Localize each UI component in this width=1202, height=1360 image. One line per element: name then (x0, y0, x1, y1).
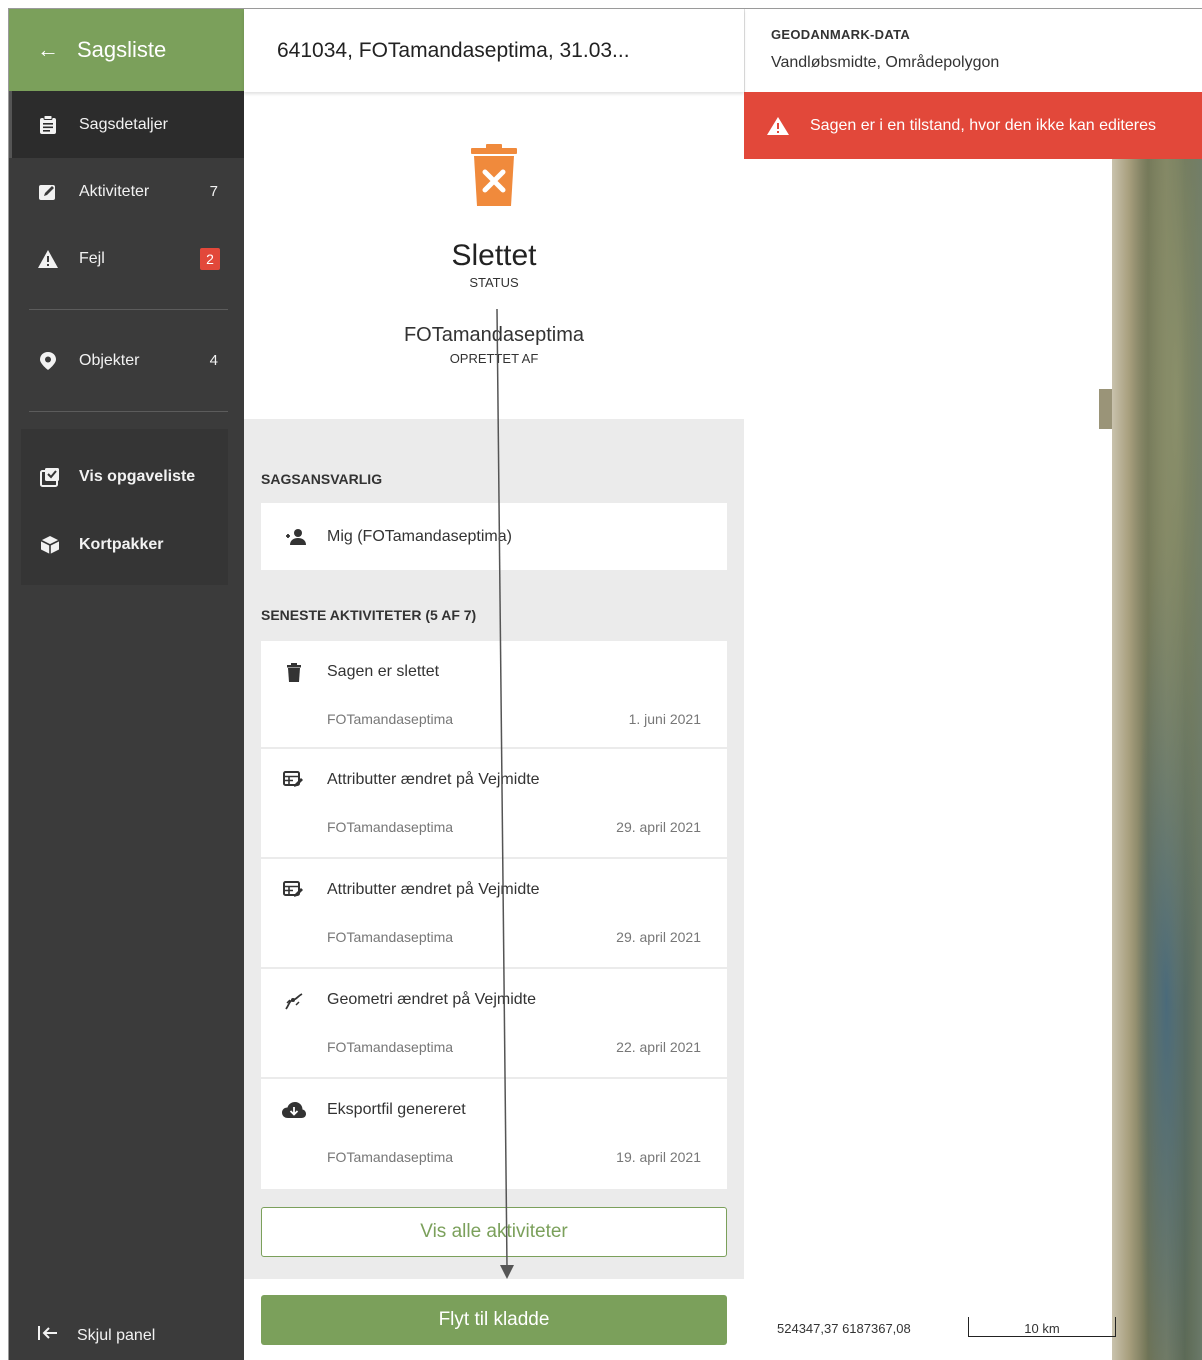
activity-item[interactable]: Geometri ændret på Vejmidte FOTamandasep… (261, 969, 727, 1079)
geodata-title: GEODANMARK-DATA (771, 27, 911, 42)
clipboard-icon (37, 114, 59, 135)
status-block: Slettet STATUS FOTamandaseptima OPRETTET… (244, 92, 744, 419)
sidebar: ← Sagsliste Sagsdetaljer Aktiviteter 7 F… (9, 9, 244, 1360)
geometry-edit-icon (281, 991, 307, 1011)
activity-user: FOTamandaseptima (327, 1039, 454, 1055)
responsible-heading: SAGSANSVARLIG (261, 471, 383, 487)
table-edit-icon (281, 881, 307, 899)
not-editable-alert: Sagen er i en tilstand, hvor den ikke ka… (744, 92, 1202, 159)
activity-user: FOTamandaseptima (327, 1149, 454, 1165)
tool-label: Kortpakker (79, 536, 164, 553)
activity-date: 22. april 2021 (616, 1039, 701, 1055)
status-label: STATUS (469, 275, 519, 290)
edit-square-icon (37, 183, 59, 201)
activity-date: 29. april 2021 (616, 819, 701, 835)
case-title: 641034, FOTamandaseptima, 31.03... (244, 9, 744, 92)
activity-text: Sagen er slettet (327, 663, 440, 680)
task-list-icon (37, 467, 63, 487)
sidebar-tools: Vis opgaveliste Kortpakker (21, 429, 228, 585)
map-pin-icon (37, 351, 59, 371)
geodata-subtitle: Vandløbsmidte, Områdepolygon (771, 54, 1000, 71)
activity-user: FOTamandaseptima (327, 819, 454, 835)
activity-user: FOTamandaseptima (327, 711, 454, 727)
map-imagery (1112, 159, 1202, 1360)
created-by-label: OPRETTET AF (449, 351, 539, 366)
map-packages-button[interactable]: Kortpakker (21, 511, 228, 579)
cloud-download-icon (281, 1101, 307, 1119)
move-to-draft-button[interactable]: Flyt til kladde (261, 1295, 727, 1345)
show-all-activities-button[interactable]: Vis alle aktiviteter (261, 1207, 727, 1257)
activity-item[interactable]: Eksportfil genereret FOTamandaseptima 19… (261, 1079, 727, 1189)
activity-item[interactable]: Attributter ændret på Vejmidte FOTamanda… (261, 859, 727, 969)
sidebar-item-fejl[interactable]: Fejl 2 (9, 225, 244, 292)
sidebar-item-aktiviteter[interactable]: Aktiviteter 7 (9, 158, 244, 225)
object-count: 4 (209, 352, 218, 369)
activities-list: Sagen er slettet FOTamandaseptima 1. jun… (261, 641, 727, 1189)
sidebar-item-label: Sagsdetaljer (79, 115, 168, 133)
created-by-value: FOTamandaseptima (403, 324, 585, 346)
activity-date: 19. april 2021 (616, 1149, 701, 1165)
sidebar-divider (29, 411, 228, 412)
trash-icon (281, 663, 307, 683)
activity-date: 29. april 2021 (616, 929, 701, 945)
sidebar-divider (29, 309, 228, 310)
case-details-panel: 641034, FOTamandaseptima, 31.03... Slett… (244, 9, 744, 1360)
activity-item[interactable]: Attributter ændret på Vejmidte FOTamanda… (261, 749, 727, 859)
collapse-panel-button[interactable]: Skjul panel (9, 1324, 244, 1347)
activities-heading: SENESTE AKTIVITETER (5 AF 7) (261, 607, 477, 623)
scale-label: 10 km (1024, 1321, 1060, 1336)
package-icon (37, 535, 63, 555)
geodata-header: GEODANMARK-DATA Vandløbsmidte, Områdepol… (744, 9, 1202, 92)
responsible-name: Mig (FOTamandaseptima) (327, 527, 512, 545)
back-to-case-list[interactable]: ← Sagsliste (9, 9, 244, 91)
status-value: Slettet (451, 239, 537, 272)
error-count-badge: 2 (200, 247, 220, 270)
collapse-left-icon (37, 1324, 59, 1347)
table-edit-icon (281, 771, 307, 789)
sidebar-item-label: Fejl (79, 249, 105, 267)
sidebar-item-objekter[interactable]: Objekter 4 (9, 327, 244, 394)
activity-text: Eksportfil genereret (327, 1101, 466, 1118)
collapse-panel-label: Skjul panel (77, 1326, 156, 1344)
activity-text: Attributter ændret på Vejmidte (327, 771, 540, 788)
sidebar-title: Sagsliste (77, 37, 167, 62)
case-info-area: SAGSANSVARLIG Mig (FOTamandaseptima) SEN… (244, 419, 744, 1279)
alert-text: Sagen er i en tilstand, hvor den ikke ka… (810, 116, 1156, 134)
responsible-card[interactable]: Mig (FOTamandaseptima) (261, 503, 727, 570)
back-arrow-icon: ← (37, 37, 59, 62)
activity-user: FOTamandaseptima (327, 929, 454, 945)
map-area[interactable]: GEODANMARK-DATA Vandløbsmidte, Områdepol… (744, 9, 1202, 1360)
sidebar-item-sagsdetaljer[interactable]: Sagsdetaljer (9, 91, 244, 158)
assign-person-icon (283, 528, 309, 546)
activity-count: 7 (209, 183, 218, 200)
activity-item[interactable]: Sagen er slettet FOTamandaseptima 1. jun… (261, 641, 727, 749)
tool-label: Vis opgaveliste (79, 468, 196, 485)
activity-text: Geometri ændret på Vejmidte (327, 991, 536, 1008)
warning-icon (37, 249, 59, 269)
map-scale-bar: 10 km (968, 1317, 1116, 1337)
show-task-list-button[interactable]: Vis opgaveliste (21, 443, 228, 511)
deleted-status-icon (469, 144, 519, 213)
warning-icon (766, 116, 790, 136)
sidebar-item-label: Aktiviteter (79, 182, 150, 200)
app-window: ← Sagsliste Sagsdetaljer Aktiviteter 7 F… (8, 8, 1202, 1360)
sidebar-item-label: Objekter (79, 351, 140, 369)
map-coordinates: 524347,37 6187367,08 (777, 1321, 911, 1336)
activity-text: Attributter ændret på Vejmidte (327, 881, 540, 898)
activity-date: 1. juni 2021 (628, 711, 701, 727)
